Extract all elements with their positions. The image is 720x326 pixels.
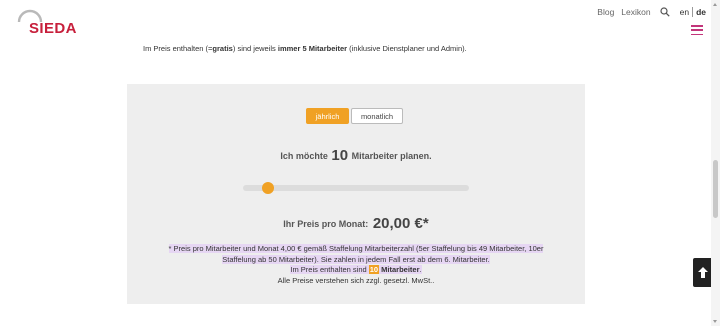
top-navigation: Blog Lexikon en de <box>597 5 706 19</box>
logo-text: SIEDA <box>29 20 77 37</box>
back-to-top-button[interactable] <box>693 258 713 287</box>
price-calculator: jährlich monatlich Ich möchte 10 Mitarbe… <box>127 84 585 304</box>
lang-en[interactable]: en <box>680 7 689 17</box>
monthly-price: Ihr Preis pro Monat: 20,00 €* <box>127 215 585 232</box>
billing-toggle: jährlich monatlich <box>306 108 403 124</box>
included-employees-note: Im Preis enthalten sind 10 Mitarbeiter. <box>290 265 422 274</box>
intro-gratis: gratis <box>212 44 233 53</box>
employee-prefix: Ich möchte <box>280 151 328 161</box>
intro-text-1: Im Preis enthalten (= <box>143 44 213 53</box>
scroll-up-arrow[interactable] <box>713 3 717 6</box>
employee-slider[interactable] <box>243 182 469 194</box>
employee-count: 10 <box>331 147 349 164</box>
menu-bar <box>691 25 703 27</box>
scrollbar-thumb[interactable] <box>713 160 718 218</box>
nav-link-lexikon[interactable]: Lexikon <box>621 7 650 17</box>
arrow-up-icon <box>698 267 708 278</box>
footnote-text: * Preis pro Mitarbeiter und Monat <box>168 244 281 253</box>
intro-text-3: (inklusive Dienstplaner und Admin). <box>347 44 467 53</box>
pricing-intro-text: Im Preis enthalten (=gratis) sind jeweil… <box>143 44 467 53</box>
billing-yearly-button[interactable]: jährlich <box>306 108 349 124</box>
included-end: . <box>419 265 422 274</box>
intro-text-2: ) sind jeweils <box>232 44 278 53</box>
price-amount: 20,00 €* <box>372 215 429 232</box>
hamburger-menu-icon[interactable] <box>691 25 703 35</box>
slider-track[interactable] <box>243 185 469 191</box>
nav-link-blog[interactable]: Blog <box>597 7 614 17</box>
included-label: Mitarbeiter <box>379 265 420 274</box>
included-prefix: Im Preis enthalten sind <box>290 265 369 274</box>
lang-de[interactable]: de <box>696 7 706 17</box>
price-per-employee: 4,00 € <box>280 244 302 253</box>
language-switcher: en de <box>680 7 706 17</box>
billing-monthly-button[interactable]: monatlich <box>351 108 403 124</box>
price-notes: * Preis pro Mitarbeiter und Monat 4,00 €… <box>153 244 559 286</box>
menu-bar <box>691 33 703 35</box>
search-icon[interactable] <box>660 7 670 17</box>
menu-bar <box>691 29 703 31</box>
price-footnote: * Preis pro Mitarbeiter und Monat 4,00 €… <box>168 244 544 264</box>
vat-note: Alle Preise verstehen sich zzgl. gesetzl… <box>277 275 435 285</box>
employee-suffix: Mitarbeiter planen. <box>351 151 432 161</box>
sieda-logo[interactable]: SIEDA <box>17 9 81 37</box>
scroll-down-arrow[interactable] <box>713 320 717 323</box>
employee-count-statement: Ich möchte 10 Mitarbeiter planen. <box>127 147 585 164</box>
slider-handle[interactable] <box>262 182 275 194</box>
price-label: Ihr Preis pro Monat: <box>283 219 369 229</box>
vertical-scrollbar[interactable] <box>711 0 720 326</box>
intro-employees-included: immer 5 Mitarbeiter <box>277 44 348 53</box>
included-count: 10 <box>368 265 380 274</box>
lang-divider <box>692 7 694 17</box>
